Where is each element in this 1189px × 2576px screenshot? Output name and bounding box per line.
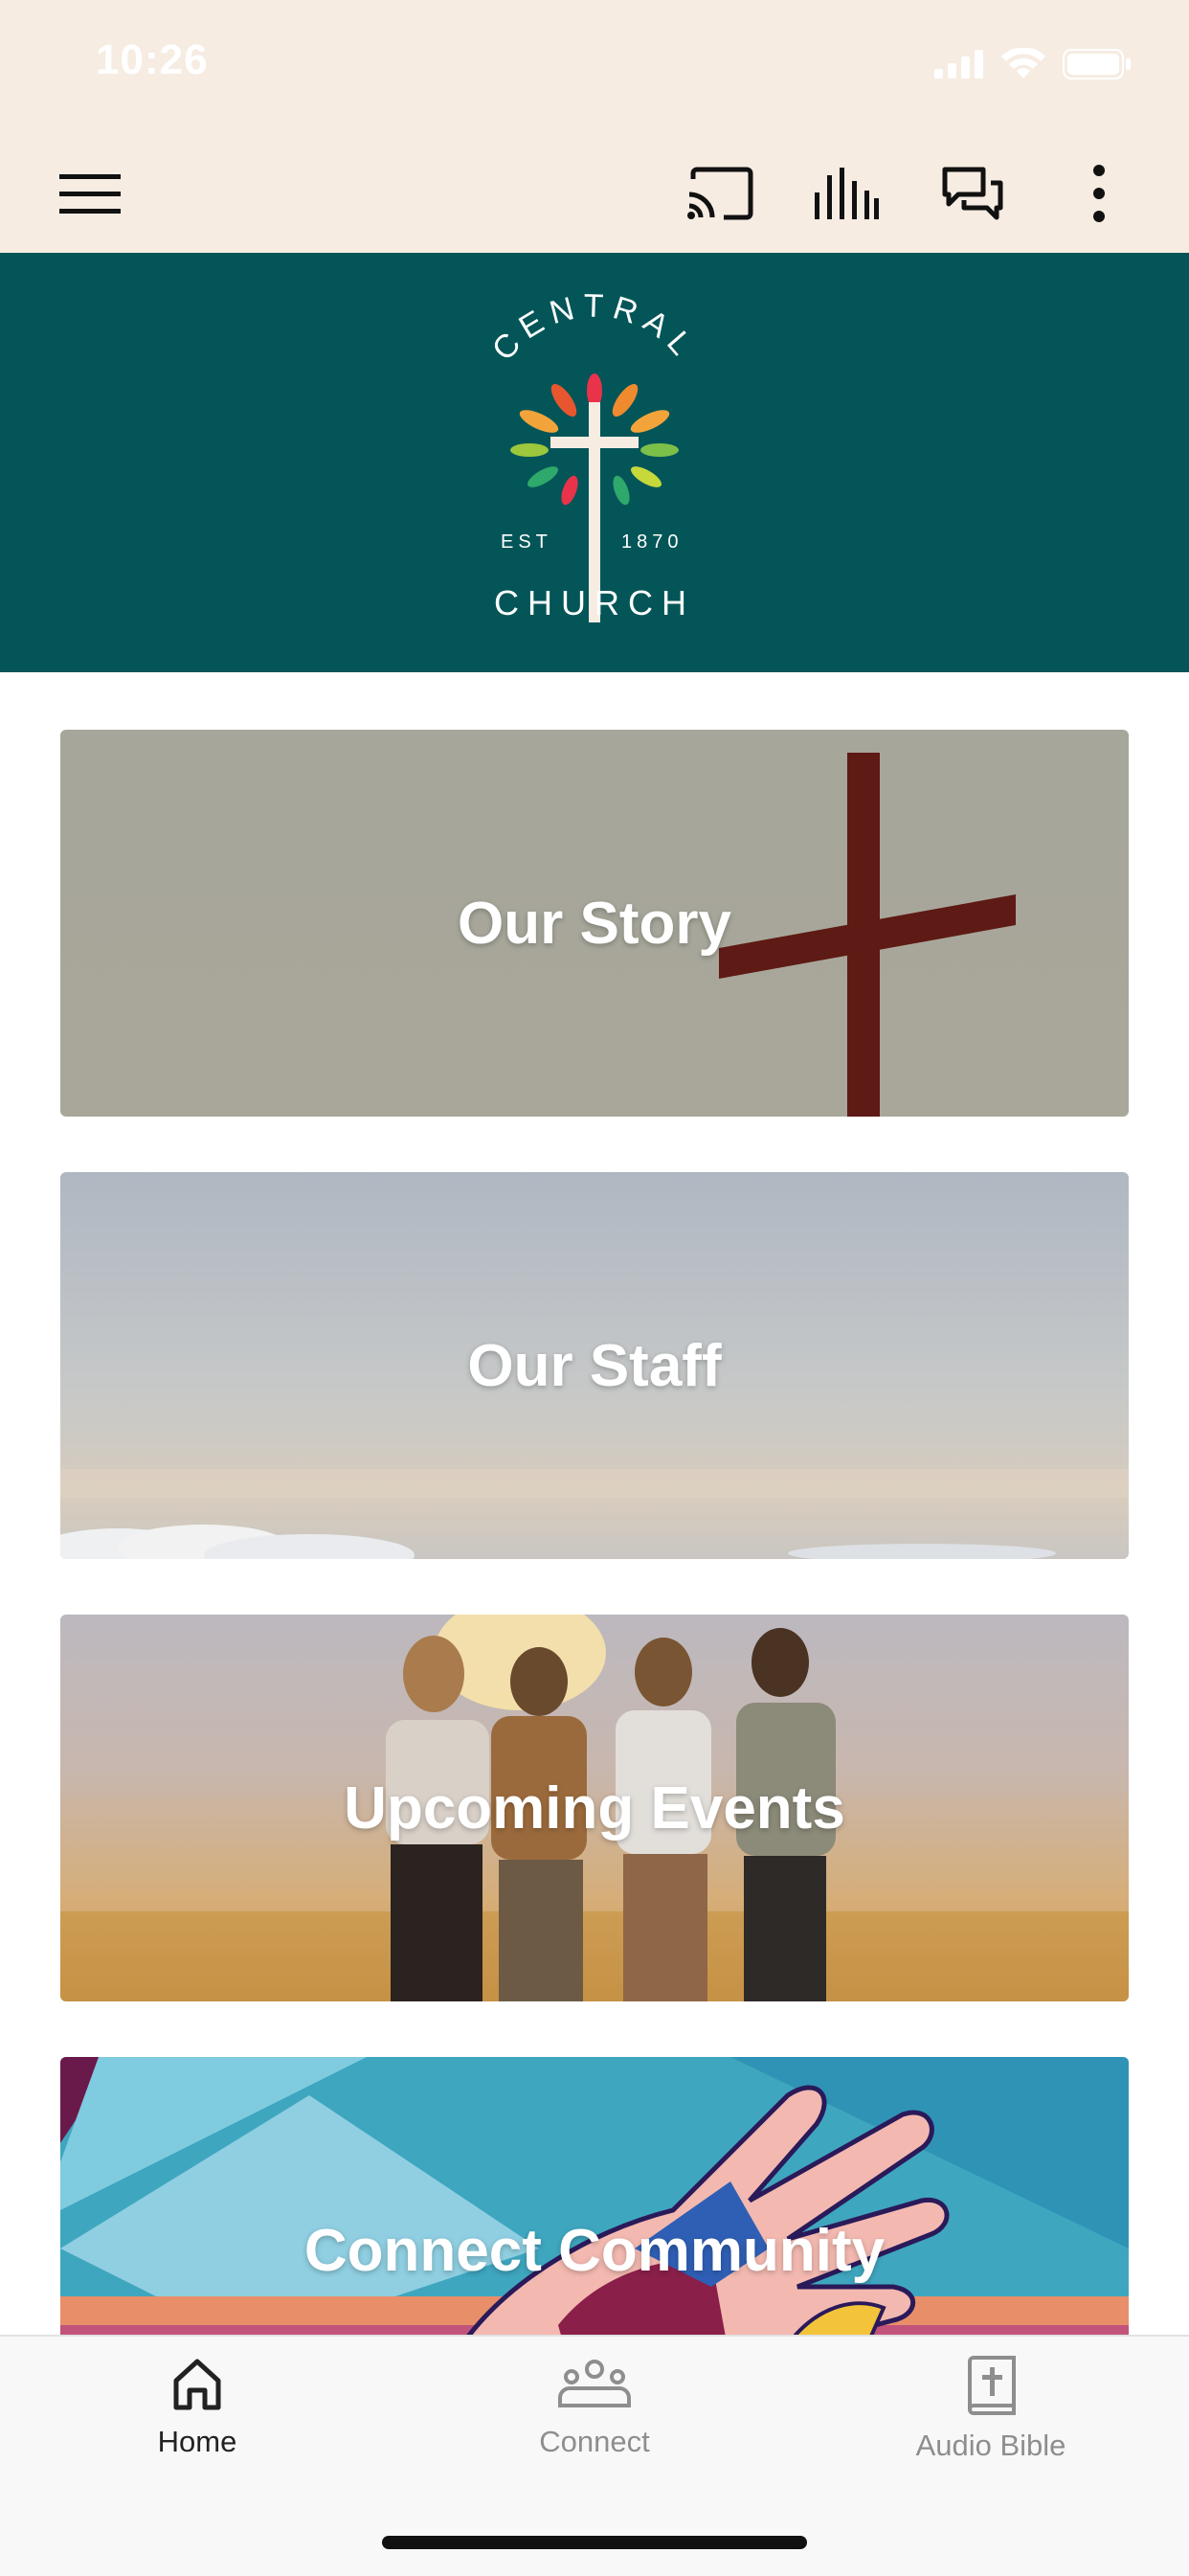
tile-our-staff[interactable]: Our Staff <box>60 1172 1129 1559</box>
church-logo: CENTRAL EST 1870 CHURCH <box>451 278 738 651</box>
nav-connect[interactable]: Connect <box>451 2356 738 2459</box>
signal-icon <box>934 50 983 79</box>
home-indicator <box>382 2536 807 2549</box>
nav-audio-bible[interactable]: Audio Bible <box>847 2356 1134 2463</box>
tile-our-story[interactable]: Our Story <box>60 730 1129 1117</box>
app-bar <box>0 134 1189 253</box>
logo-year: 1870 <box>621 531 684 553</box>
tile-label: Our Staff <box>467 1332 722 1399</box>
nav-label: Home <box>157 2425 237 2458</box>
menu-icon[interactable] <box>50 153 130 234</box>
svg-text:CENTRAL: CENTRAL <box>485 288 705 369</box>
nav-home[interactable]: Home <box>54 2356 341 2459</box>
group-icon <box>558 2360 631 2407</box>
tile-label: Our Story <box>458 890 731 957</box>
cast-icon[interactable] <box>680 153 760 234</box>
wifi-icon <box>1001 48 1045 79</box>
status-icons <box>934 48 1132 80</box>
home-icon <box>173 2359 221 2410</box>
status-bar: 10:26 <box>0 0 1189 134</box>
audio-bars-icon[interactable] <box>806 153 886 234</box>
nav-label: Connect <box>539 2425 650 2458</box>
logo-bottom-text: CHURCH <box>494 583 695 622</box>
logo-top-text: CENTRAL <box>485 288 697 369</box>
more-vert-icon[interactable] <box>1059 153 1139 234</box>
logo-est: EST <box>501 531 552 553</box>
chat-icon[interactable] <box>932 153 1013 234</box>
battery-icon <box>1063 49 1131 79</box>
tile-label: Upcoming Events <box>344 1774 845 1842</box>
nav-label: Audio Bible <box>915 2429 1066 2462</box>
tile-upcoming-events[interactable]: Upcoming Events <box>60 1615 1129 2001</box>
status-time: 10:26 <box>96 36 209 83</box>
bible-icon <box>968 2356 1016 2415</box>
